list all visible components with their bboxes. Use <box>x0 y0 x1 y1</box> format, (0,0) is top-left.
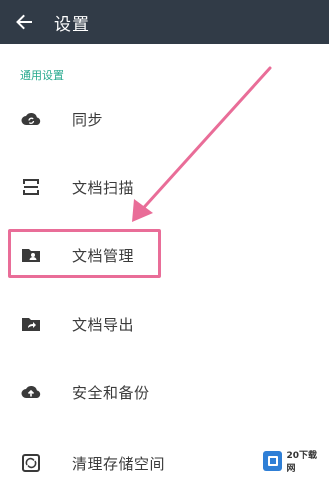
watermark-logo-icon <box>263 451 283 471</box>
settings-item-scan[interactable]: 文档扫描 <box>0 152 329 222</box>
section-label-general: 通用设置 <box>20 69 64 82</box>
folder-export-icon <box>20 313 42 335</box>
annotation-highlight-box <box>8 229 161 278</box>
watermark: 20下载网 <box>263 450 325 474</box>
page-title: 设置 <box>54 14 90 35</box>
settings-item-label: 安全和备份 <box>72 383 150 402</box>
settings-item-label: 同步 <box>72 110 104 129</box>
cloud-sync-icon <box>20 108 42 130</box>
back-button[interactable] <box>2 0 46 44</box>
scan-icon <box>20 176 42 198</box>
arrow-left-icon <box>16 14 32 30</box>
settings-item-label: 清理存储空间 <box>72 454 166 473</box>
clean-storage-icon <box>20 452 42 474</box>
settings-item-sync[interactable]: 同步 <box>0 84 329 154</box>
app-bar: 设置 <box>0 0 329 44</box>
watermark-text: 20下载网 <box>286 451 318 474</box>
settings-item-label: 文档扫描 <box>72 178 135 197</box>
settings-item-security-backup[interactable]: 安全和备份 <box>0 357 329 427</box>
settings-item-label: 文档导出 <box>72 315 135 334</box>
settings-item-export[interactable]: 文档导出 <box>0 289 329 359</box>
cloud-upload-icon <box>20 381 42 403</box>
